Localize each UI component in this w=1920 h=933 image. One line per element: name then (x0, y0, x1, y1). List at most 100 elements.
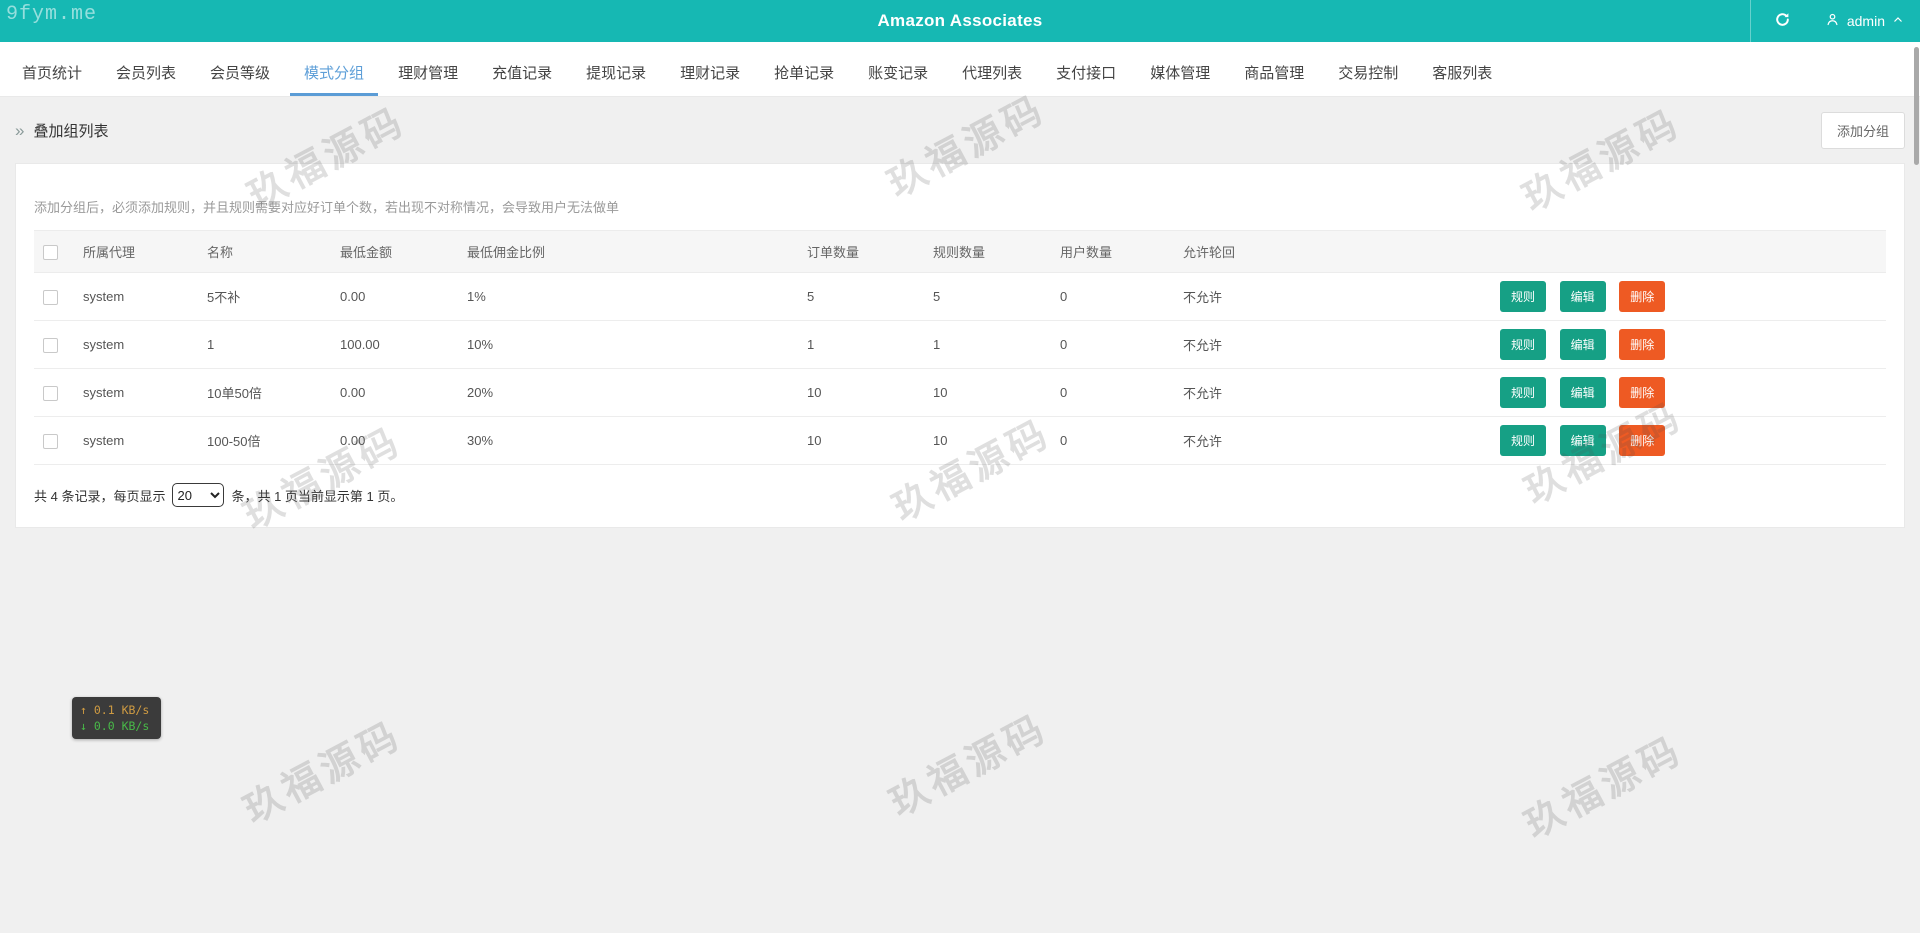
add-group-button[interactable]: 添加分组 (1820, 111, 1905, 149)
tab-agent-list[interactable]: 代理列表 (945, 42, 1039, 96)
cell-users: 0 (1060, 368, 1183, 417)
cell-name: 100-50倍 (207, 416, 340, 465)
refresh-button[interactable] (1751, 0, 1815, 42)
cell-orders: 1 (807, 320, 933, 369)
cell-loop: 不允许 (1183, 272, 1500, 321)
cell-agent: system (83, 416, 207, 465)
cell-rules: 10 (933, 368, 1060, 417)
app-title: Amazon Associates (877, 11, 1043, 30)
edit-button[interactable]: 编辑 (1559, 425, 1606, 456)
col-min-amount: 最低金额 (340, 230, 467, 273)
delete-button[interactable]: 删除 (1619, 377, 1666, 408)
cell-users: 0 (1060, 272, 1183, 321)
row-checkbox[interactable] (43, 289, 58, 305)
tab-home-stats[interactable]: 首页统计 (5, 42, 99, 96)
cell-min-commission: 10% (467, 320, 807, 369)
tab-member-list[interactable]: 会员列表 (99, 42, 193, 96)
cell-orders: 5 (807, 272, 933, 321)
cell-actions: 规则 编辑 删除 (1500, 272, 1886, 321)
cell-min-commission: 30% (467, 416, 807, 465)
edit-button[interactable]: 编辑 (1559, 281, 1606, 312)
cell-min-amount: 0.00 (340, 416, 467, 465)
select-all-checkbox[interactable] (43, 244, 58, 260)
col-min-commission: 最低佣金比例 (467, 230, 807, 273)
edit-button[interactable]: 编辑 (1559, 329, 1606, 360)
watermark: 玖福源码 (237, 714, 409, 832)
cell-loop: 不允许 (1183, 320, 1500, 369)
page-size-select[interactable]: 20 (172, 483, 225, 507)
user-menu[interactable]: admin (1815, 0, 1916, 42)
tab-withdraw-records[interactable]: 提现记录 (569, 42, 663, 96)
tab-grab-order-records[interactable]: 抢单记录 (757, 42, 851, 96)
upload-speed: ↑ 0.1 KB/s (80, 702, 153, 718)
download-speed: ↓ 0.0 KB/s (80, 718, 153, 734)
cell-loop: 不允许 (1183, 416, 1500, 465)
col-rules: 规则数量 (933, 230, 1060, 273)
tab-member-level[interactable]: 会员等级 (193, 42, 287, 96)
row-checkbox[interactable] (43, 385, 58, 401)
rules-button[interactable]: 规则 (1500, 281, 1547, 312)
col-actions (1500, 230, 1886, 273)
main-nav: 首页统计 会员列表 会员等级 模式分组 理财管理 充值记录 提现记录 理财记录 … (0, 42, 1920, 97)
refresh-icon (1774, 11, 1791, 31)
cell-name: 10单50倍 (207, 368, 340, 417)
cell-users: 0 (1060, 320, 1183, 369)
table-row: system 5不补 0.00 1% 5 5 0 不允许 规则 编辑 删除 (34, 272, 1886, 321)
cell-orders: 10 (807, 416, 933, 465)
vertical-scrollbar[interactable] (1914, 47, 1919, 165)
cell-min-amount: 100.00 (340, 320, 467, 369)
site-watermark: 9fym.me (6, 3, 98, 26)
tab-mode-group[interactable]: 模式分组 (287, 42, 381, 96)
tab-trade-control[interactable]: 交易控制 (1321, 42, 1415, 96)
cell-agent: system (83, 272, 207, 321)
col-users: 用户数量 (1060, 230, 1183, 273)
cell-actions: 规则 编辑 删除 (1500, 416, 1886, 465)
chevron-up-icon (1892, 13, 1904, 29)
topbar-right: admin (1749, 0, 1916, 42)
table-row: system 100-50倍 0.00 30% 10 10 0 不允许 规则 编… (34, 416, 1886, 465)
double-chevron-icon: » (15, 120, 25, 140)
notice-text: 添加分组后，必须添加规则，并且规则需要对应好订单个数，若出现不对称情况，会导致用… (34, 200, 620, 215)
tab-media-manage[interactable]: 媒体管理 (1133, 42, 1227, 96)
watermark: 玖福源码 (883, 707, 1055, 825)
tab-payment-api[interactable]: 支付接口 (1039, 42, 1133, 96)
delete-button[interactable]: 删除 (1619, 329, 1666, 360)
delete-button[interactable]: 删除 (1619, 425, 1666, 456)
page-title: 叠加组列表 (33, 122, 109, 140)
cell-agent: system (83, 368, 207, 417)
edit-button[interactable]: 编辑 (1559, 377, 1606, 408)
tab-product-manage[interactable]: 商品管理 (1227, 42, 1321, 96)
row-checkbox[interactable] (43, 433, 58, 449)
cell-min-amount: 0.00 (340, 272, 467, 321)
row-checkbox[interactable] (43, 337, 58, 353)
col-orders: 订单数量 (807, 230, 933, 273)
breadcrumb: » 叠加组列表 (15, 120, 108, 141)
tab-finance-manage[interactable]: 理财管理 (381, 42, 475, 96)
cell-rules: 5 (933, 272, 1060, 321)
table-header-row: 所属代理 名称 最低金额 最低佣金比例 订单数量 规则数量 用户数量 允许轮回 (34, 230, 1886, 273)
upload-speed-value: 0.1 KB/s (93, 703, 150, 717)
cell-min-amount: 0.00 (340, 368, 467, 417)
cell-agent: system (83, 320, 207, 369)
col-agent: 所属代理 (83, 230, 207, 273)
rules-button[interactable]: 规则 (1500, 425, 1547, 456)
tab-service-list[interactable]: 客服列表 (1415, 42, 1509, 96)
download-speed-value: 0.0 KB/s (93, 719, 150, 733)
groups-table: 所属代理 名称 最低金额 最低佣金比例 订单数量 规则数量 用户数量 允许轮回 … (34, 230, 1886, 465)
cell-rules: 1 (933, 320, 1060, 369)
table-row: system 10单50倍 0.00 20% 10 10 0 不允许 规则 编辑… (34, 368, 1886, 417)
rules-button[interactable]: 规则 (1500, 377, 1547, 408)
table-row: system 1 100.00 10% 1 1 0 不允许 规则 编辑 删除 (34, 320, 1886, 369)
tab-finance-records[interactable]: 理财记录 (663, 42, 757, 96)
pagination-prefix: 共 4 条记录，每页显示 (34, 488, 166, 504)
content-panel: 添加分组后，必须添加规则，并且规则需要对应好订单个数，若出现不对称情况，会导致用… (15, 163, 1905, 528)
tab-recharge-records[interactable]: 充值记录 (475, 42, 569, 96)
tab-account-change-records[interactable]: 账变记录 (851, 42, 945, 96)
rules-button[interactable]: 规则 (1500, 329, 1547, 360)
delete-button[interactable]: 删除 (1619, 281, 1666, 312)
pagination-suffix: 条，共 1 页当前显示第 1 页。 (231, 488, 404, 504)
watermark: 玖福源码 (1518, 729, 1690, 847)
pagination: 共 4 条记录，每页显示 20 条，共 1 页当前显示第 1 页。 (34, 465, 1886, 507)
download-arrow-icon: ↓ (80, 719, 87, 733)
cell-actions: 规则 编辑 删除 (1500, 320, 1886, 369)
